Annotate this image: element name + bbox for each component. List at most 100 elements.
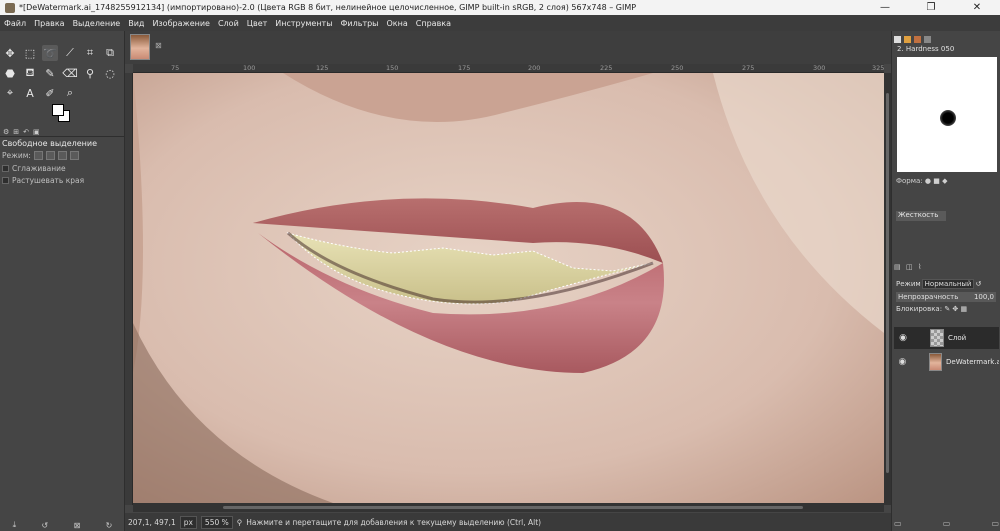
fonts-tab-icon[interactable]: [924, 35, 931, 43]
menu-layer[interactable]: Слой: [214, 19, 243, 28]
close-image-tab-icon[interactable]: ⊠: [155, 41, 162, 50]
rect-select-tool-icon[interactable]: ⬚: [22, 45, 38, 61]
tool-options-tabs: ⚙ ⊞ ↶ ▣: [0, 127, 125, 137]
color-picker-tool-icon[interactable]: ✐: [42, 85, 58, 101]
maximize-button[interactable]: ❐: [908, 0, 954, 15]
menu-tools[interactable]: Инструменты: [271, 19, 336, 28]
vertical-ruler: [125, 73, 133, 505]
mode-replace-button[interactable]: [33, 151, 43, 160]
horizontal-scroll-thumb[interactable]: [223, 506, 803, 509]
shape-circle-icon[interactable]: ●: [925, 177, 931, 185]
menu-filters[interactable]: Фильтры: [337, 19, 383, 28]
ruler-tick: 75: [171, 64, 180, 72]
close-button[interactable]: ✕: [954, 0, 1000, 15]
warp-tool-icon[interactable]: ⬣: [2, 65, 18, 81]
paths-tool-icon[interactable]: ⌖: [2, 85, 18, 101]
fuzzy-select-tool-icon[interactable]: ⟋: [62, 45, 78, 61]
antialias-option[interactable]: Сглаживание: [2, 164, 66, 173]
image-tab-thumbnail[interactable]: [130, 34, 150, 60]
layer-mode-select[interactable]: Нормальный: [921, 278, 975, 289]
delete-options-icon[interactable]: ⊠: [74, 521, 81, 530]
mode-subtract-button[interactable]: [57, 151, 67, 160]
menu-select[interactable]: Выделение: [69, 19, 125, 28]
reset-options-icon[interactable]: ↻: [106, 521, 113, 530]
layers-bottom-bar: ▭ ▭ ▭: [894, 519, 999, 529]
feather-option[interactable]: Растушевать края: [2, 176, 84, 185]
ruler-tick: 125: [316, 64, 329, 72]
tool-options-tab-icon[interactable]: ⚙: [3, 128, 9, 136]
opacity-slider[interactable]: Непрозрачность 100,0: [896, 292, 996, 302]
move-tool-icon[interactable]: ✥: [2, 45, 18, 61]
layers-tab-icon[interactable]: ▤: [894, 263, 902, 271]
lock-position-icon[interactable]: ✥: [952, 305, 958, 313]
menu-image[interactable]: Изображение: [148, 19, 214, 28]
shape-square-icon[interactable]: ■: [933, 177, 940, 185]
visibility-eye-icon[interactable]: ◉: [894, 357, 911, 367]
layer-row[interactable]: ◉ DeWatermark.ai: [894, 351, 999, 373]
menu-help[interactable]: Справка: [412, 19, 455, 28]
images-tab-icon[interactable]: ▣: [33, 128, 40, 136]
window-controls: — ❐ ✕: [862, 0, 1000, 15]
zoom-select[interactable]: 550 %: [200, 515, 233, 529]
ruler-tick: 225: [600, 64, 613, 72]
image-canvas[interactable]: [133, 73, 884, 503]
bucket-fill-tool-icon[interactable]: ⛾: [22, 65, 38, 81]
hardness-field[interactable]: Жесткость: [896, 211, 946, 221]
window-title: *[DeWatermark.ai_1748255912134] (импорти…: [19, 3, 637, 12]
smudge-tool-icon[interactable]: ◌: [102, 65, 118, 81]
lock-pixels-icon[interactable]: ✎: [944, 305, 950, 313]
gradients-tab-icon[interactable]: [914, 35, 921, 43]
restore-options-icon[interactable]: ↺: [42, 521, 49, 530]
unit-select[interactable]: px: [179, 515, 197, 529]
mode-intersect-button[interactable]: [69, 151, 79, 160]
shape-diamond-icon[interactable]: ◆: [942, 177, 947, 185]
feather-checkbox[interactable]: [2, 177, 9, 184]
paths-tab-icon[interactable]: ⌇: [918, 263, 926, 271]
ruler-tick: 325: [872, 64, 885, 72]
patterns-tab-icon[interactable]: [904, 35, 911, 43]
clone-tool-icon[interactable]: ⚲: [82, 65, 98, 81]
zoom-tool-icon[interactable]: ⌕: [62, 85, 78, 101]
right-dock: 2. Hardness 050 Форма: ● ■ ◆ Жесткость ▤…: [891, 31, 1000, 531]
menu-windows[interactable]: Окна: [383, 19, 412, 28]
undo-history-tab-icon[interactable]: ↶: [23, 128, 29, 136]
canvas-photo: [133, 73, 884, 503]
menu-view[interactable]: Вид: [124, 19, 148, 28]
ruler-tick: 300: [813, 64, 826, 72]
crop-tool-icon[interactable]: ⌗: [82, 45, 98, 61]
brush-preview[interactable]: [897, 57, 997, 172]
delete-layer-icon[interactable]: ▭: [991, 519, 999, 529]
transform-tool-icon[interactable]: ⧉: [102, 45, 118, 61]
save-options-icon[interactable]: ⤓: [13, 520, 17, 530]
minimize-button[interactable]: —: [862, 0, 908, 15]
menu-colors[interactable]: Цвет: [243, 19, 272, 28]
brush-shape-row: Форма: ● ■ ◆: [896, 177, 948, 185]
new-layer-icon[interactable]: ▭: [894, 519, 902, 529]
feather-label: Растушевать края: [12, 176, 85, 185]
channels-tab-icon[interactable]: ◫: [906, 263, 914, 271]
title-bar: *[DeWatermark.ai_1748255912134] (импорти…: [0, 0, 1000, 15]
layer-row[interactable]: ◉ Слой: [894, 327, 999, 349]
lock-alpha-icon[interactable]: ▦: [961, 305, 968, 313]
visibility-eye-icon[interactable]: ◉: [894, 333, 912, 343]
text-tool-icon[interactable]: A: [22, 85, 38, 101]
new-group-icon[interactable]: ▭: [943, 519, 951, 529]
paintbrush-tool-icon[interactable]: ✎: [42, 65, 58, 81]
status-bar: 207,1, 497,1 px 550 % ⚲ Нажмите и перета…: [125, 513, 891, 531]
menu-file[interactable]: Файл: [0, 19, 30, 28]
image-tabs: ⊠: [125, 31, 891, 64]
vertical-scrollbar[interactable]: [884, 73, 891, 505]
device-status-tab-icon[interactable]: ⊞: [13, 128, 19, 136]
antialias-checkbox[interactable]: [2, 165, 9, 172]
menu-edit[interactable]: Правка: [30, 19, 68, 28]
eraser-tool-icon[interactable]: ⌫: [62, 65, 78, 81]
ruler-tick: 150: [386, 64, 399, 72]
brushes-tab-icon[interactable]: [894, 35, 901, 43]
reset-mode-icon[interactable]: ↺: [975, 280, 981, 288]
foreground-color-swatch[interactable]: [52, 104, 64, 116]
horizontal-scrollbar[interactable]: [133, 503, 884, 512]
free-select-tool-icon[interactable]: ➰: [42, 45, 58, 61]
mode-add-button[interactable]: [45, 151, 55, 160]
fg-bg-colors[interactable]: [48, 102, 74, 126]
vertical-scroll-thumb[interactable]: [886, 93, 889, 473]
